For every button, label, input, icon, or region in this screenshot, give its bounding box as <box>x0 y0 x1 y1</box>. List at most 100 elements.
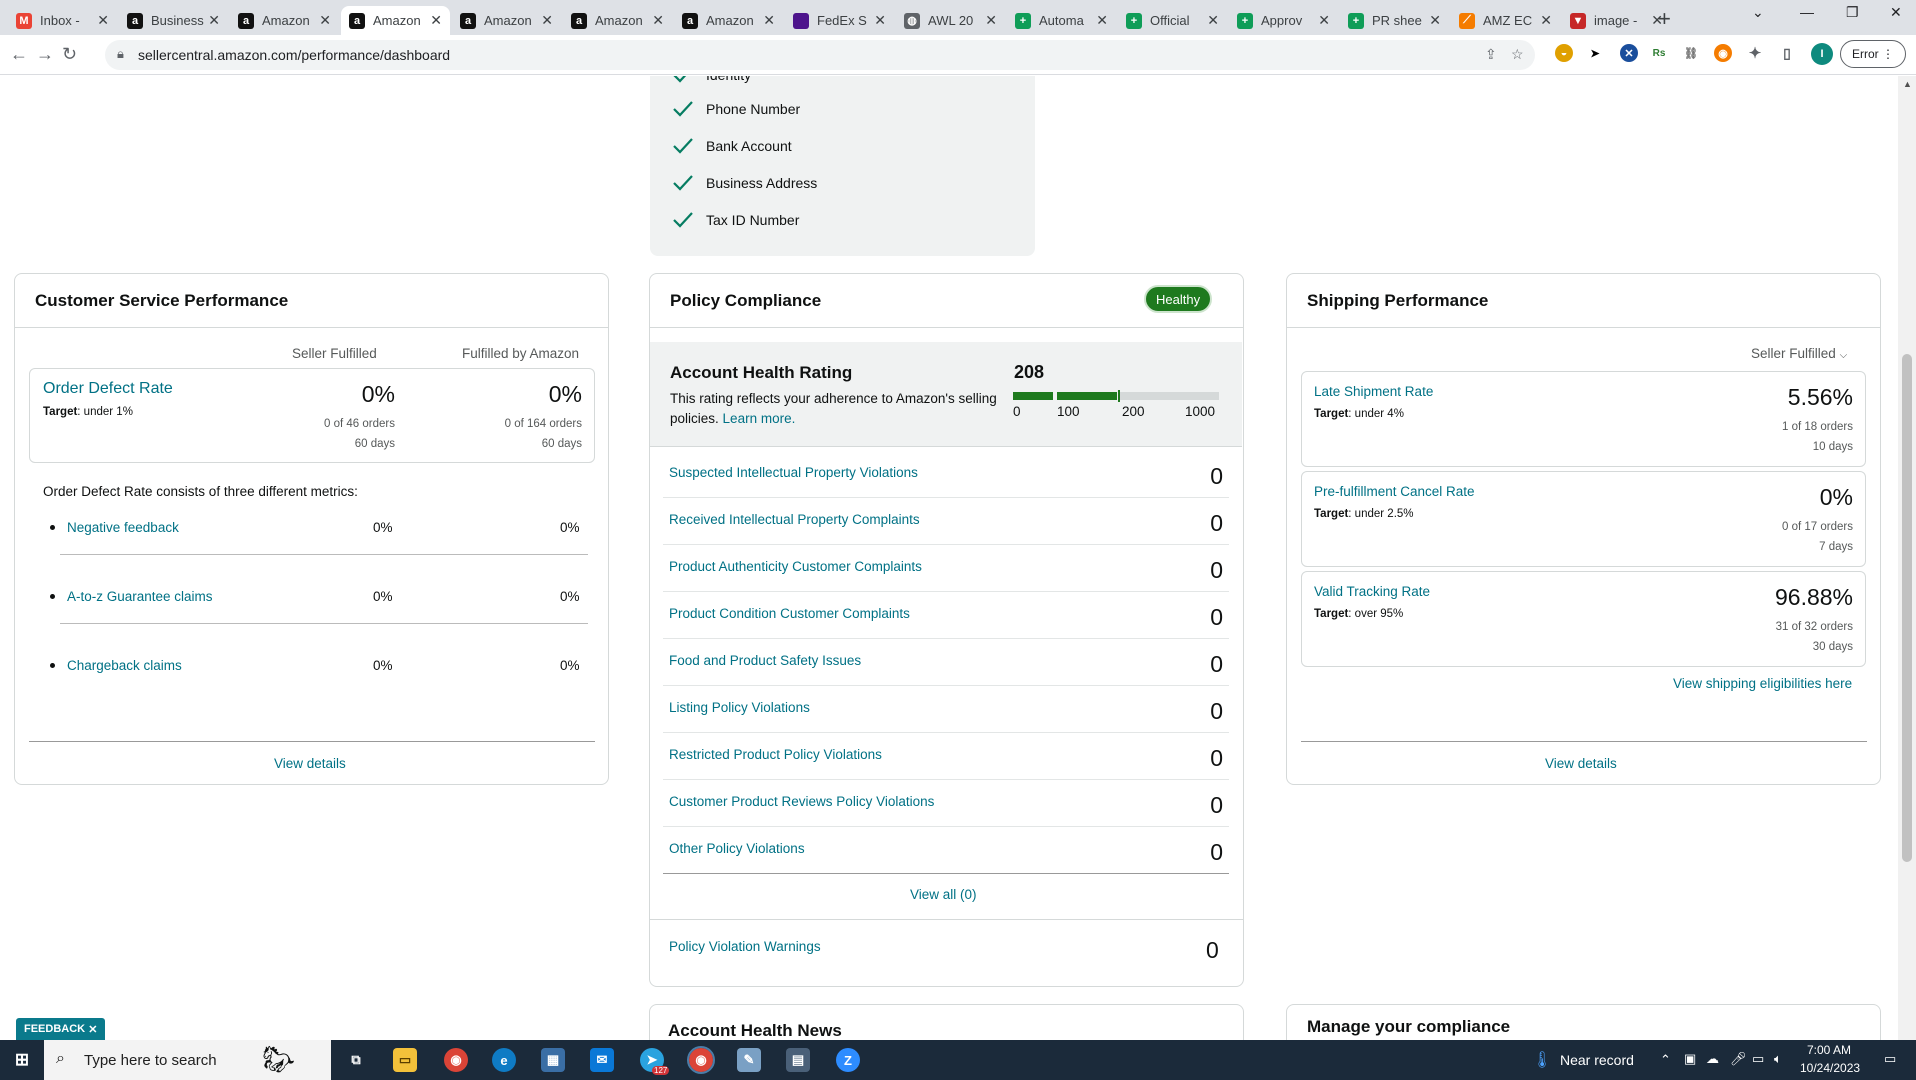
address-bar[interactable]: 🔒︎ sellercentral.amazon.com/performance/… <box>105 40 1535 70</box>
order-defect-rate-link[interactable]: Order Defect Rate <box>43 380 173 398</box>
minimize-icon[interactable]: — <box>1800 4 1814 20</box>
close-tab-icon[interactable]: ✕ <box>208 12 220 29</box>
browser-tab[interactable]: ◍ AWL 20 ✕ <box>896 6 1005 35</box>
shipping-eligibilities-link[interactable]: View shipping eligibilities here <box>1673 676 1852 691</box>
close-icon[interactable]: ✕ <box>88 1023 97 1036</box>
calculator-icon[interactable]: ▤ <box>786 1048 810 1072</box>
policy-violation-link[interactable]: Received Intellectual Property Complaint… <box>669 512 920 527</box>
view-all-link[interactable]: View all (0) <box>910 887 977 902</box>
policy-violation-link[interactable]: Product Condition Customer Complaints <box>669 606 910 621</box>
browser-tab[interactable]: + Approv ✕ <box>1229 6 1338 35</box>
browser-tab[interactable]: M Inbox - ✕ <box>8 6 117 35</box>
error-button[interactable]: Error ⋮ <box>1840 40 1906 68</box>
extension-link-icon[interactable]: ⛓ <box>1682 44 1700 62</box>
browser-tab[interactable]: a Business ✕ <box>119 6 228 35</box>
clock-date[interactable]: 10/24/2023 <box>1800 1061 1860 1075</box>
chevron-down-icon[interactable]: ⌄ <box>1752 4 1764 21</box>
browser-tab[interactable]: a Amazon ✕ <box>563 6 672 35</box>
extension-rs-icon[interactable]: Rs <box>1650 44 1668 62</box>
close-tab-icon[interactable]: ✕ <box>97 12 109 29</box>
extension-orange-icon[interactable]: ◉ <box>1714 44 1732 62</box>
shipping-metric-link[interactable]: Late Shipment Rate <box>1314 384 1433 399</box>
edge-icon[interactable]: e <box>492 1048 516 1072</box>
shipping-view-details-link[interactable]: View details <box>1545 756 1617 771</box>
file-explorer-icon[interactable]: ▭ <box>393 1048 417 1072</box>
policy-violation-link[interactable]: Product Authenticity Customer Complaints <box>669 559 922 574</box>
chrome-active-icon[interactable]: ◉ <box>687 1046 715 1074</box>
windows-start-icon[interactable]: ⊞ <box>10 1048 34 1072</box>
store-icon[interactable]: ▦ <box>541 1048 565 1072</box>
volume-icon[interactable]: 🔈︎ <box>1774 1051 1782 1067</box>
close-tab-icon[interactable]: ✕ <box>1540 12 1552 29</box>
policy-violation-link[interactable]: Customer Product Reviews Policy Violatio… <box>669 794 934 809</box>
browser-tab[interactable]: + Automa ✕ <box>1007 6 1116 35</box>
close-tab-icon[interactable]: ✕ <box>985 12 997 29</box>
browser-tab[interactable]: FedEx S ✕ <box>785 6 894 35</box>
close-tab-icon[interactable]: ✕ <box>1318 12 1330 29</box>
close-tab-icon[interactable]: ✕ <box>763 12 775 29</box>
policy-violation-link[interactable]: Food and Product Safety Issues <box>669 653 861 668</box>
close-tab-icon[interactable]: ✕ <box>874 12 886 29</box>
tray-device-icon[interactable]: ▣ <box>1684 1051 1696 1067</box>
close-tab-icon[interactable]: ✕ <box>1207 12 1219 29</box>
extension-honey-icon[interactable]: ◒ <box>1555 44 1573 62</box>
policy-violation-link[interactable]: Suspected Intellectual Property Violatio… <box>669 465 918 480</box>
back-icon[interactable]: ← <box>10 44 28 65</box>
close-tab-icon[interactable]: ✕ <box>541 12 553 29</box>
side-panel-icon[interactable]: ▯ <box>1778 44 1796 62</box>
notepad-icon[interactable]: ✎ <box>737 1048 761 1072</box>
clock-time[interactable]: 7:00 AM <box>1807 1043 1851 1057</box>
zoom-icon[interactable]: Z <box>836 1048 860 1072</box>
scroll-up-icon[interactable]: ▲ <box>1903 79 1912 89</box>
browser-tab[interactable]: + Official ✕ <box>1118 6 1227 35</box>
bookmark-star-icon[interactable]: ☆ <box>1511 46 1524 63</box>
scrollbar-thumb[interactable] <box>1902 354 1912 862</box>
fulfillment-filter-dropdown[interactable]: Seller Fulfilled ⌵ <box>1751 346 1847 361</box>
reload-icon[interactable]: ↻ <box>62 44 77 65</box>
browser-tab[interactable]: ⟋ AMZ EC ✕ <box>1451 6 1560 35</box>
browser-tab[interactable]: ▼ image - ✕ <box>1562 6 1671 35</box>
notification-icon[interactable]: ▭ <box>1884 1051 1896 1067</box>
policy-violation-link[interactable]: Restricted Product Policy Violations <box>669 747 882 762</box>
chrome-icon[interactable]: ◉ <box>444 1048 468 1072</box>
extensions-puzzle-icon[interactable]: ✦ <box>1746 44 1764 62</box>
shipping-metric-link[interactable]: Valid Tracking Rate <box>1314 584 1430 599</box>
close-tab-icon[interactable]: ✕ <box>1096 12 1108 29</box>
extension-cross-icon[interactable]: ✕ <box>1620 44 1638 62</box>
close-tab-icon[interactable]: ✕ <box>652 12 664 29</box>
url-text[interactable]: sellercentral.amazon.com/performance/das… <box>138 47 450 63</box>
microphone-icon[interactable]: 🎤︎ <box>1730 1051 1747 1067</box>
extension-cursor-icon[interactable]: ➤ <box>1586 44 1604 62</box>
page-scrollbar[interactable]: ▲ <box>1898 76 1916 1040</box>
close-window-icon[interactable]: ✕ <box>1890 4 1902 21</box>
close-tab-icon[interactable]: ✕ <box>1429 12 1441 29</box>
mail-icon[interactable]: ✉ <box>590 1048 614 1072</box>
new-tab-icon[interactable]: + <box>1658 6 1671 32</box>
odr-metric-link[interactable]: Negative feedback <box>67 520 179 535</box>
browser-tab[interactable]: a Amazon ✕ <box>452 6 561 35</box>
shipping-metric-link[interactable]: Pre-fulfillment Cancel Rate <box>1314 484 1475 499</box>
network-icon[interactable]: ▭ <box>1752 1051 1764 1067</box>
browser-tab[interactable]: a Amazon ✕ <box>230 6 339 35</box>
browser-tab[interactable]: a Amazon ✕ <box>674 6 783 35</box>
maximize-icon[interactable]: ❐ <box>1846 4 1859 21</box>
close-tab-icon[interactable]: ✕ <box>430 12 442 29</box>
cs-view-details-link[interactable]: View details <box>274 756 346 771</box>
odr-metric-link[interactable]: Chargeback claims <box>67 658 182 673</box>
browser-tab[interactable]: a Amazon ✕ <box>341 6 450 35</box>
policy-warnings-link[interactable]: Policy Violation Warnings <box>669 939 821 954</box>
taskbar-search-box[interactable]: ⌕ Type here to search 🐎︎ <box>44 1040 331 1080</box>
browser-tab[interactable]: + PR shee ✕ <box>1340 6 1449 35</box>
weather-text[interactable]: Near record <box>1560 1052 1634 1068</box>
forward-icon[interactable]: → <box>36 44 54 65</box>
close-tab-icon[interactable]: ✕ <box>319 12 331 29</box>
share-icon[interactable]: ⇪ <box>1485 46 1497 63</box>
profile-avatar[interactable]: I <box>1811 43 1833 65</box>
policy-violation-link[interactable]: Listing Policy Violations <box>669 700 810 715</box>
tray-chevron-icon[interactable]: ⌃ <box>1660 1052 1671 1068</box>
task-view-icon[interactable]: ⧉ <box>344 1048 368 1072</box>
policy-violation-link[interactable]: Other Policy Violations <box>669 841 805 856</box>
cloud-icon[interactable]: ☁ <box>1706 1051 1719 1067</box>
learn-more-link[interactable]: Learn more. <box>723 411 796 426</box>
feedback-button[interactable]: FEEDBACK ✕ <box>16 1018 106 1040</box>
